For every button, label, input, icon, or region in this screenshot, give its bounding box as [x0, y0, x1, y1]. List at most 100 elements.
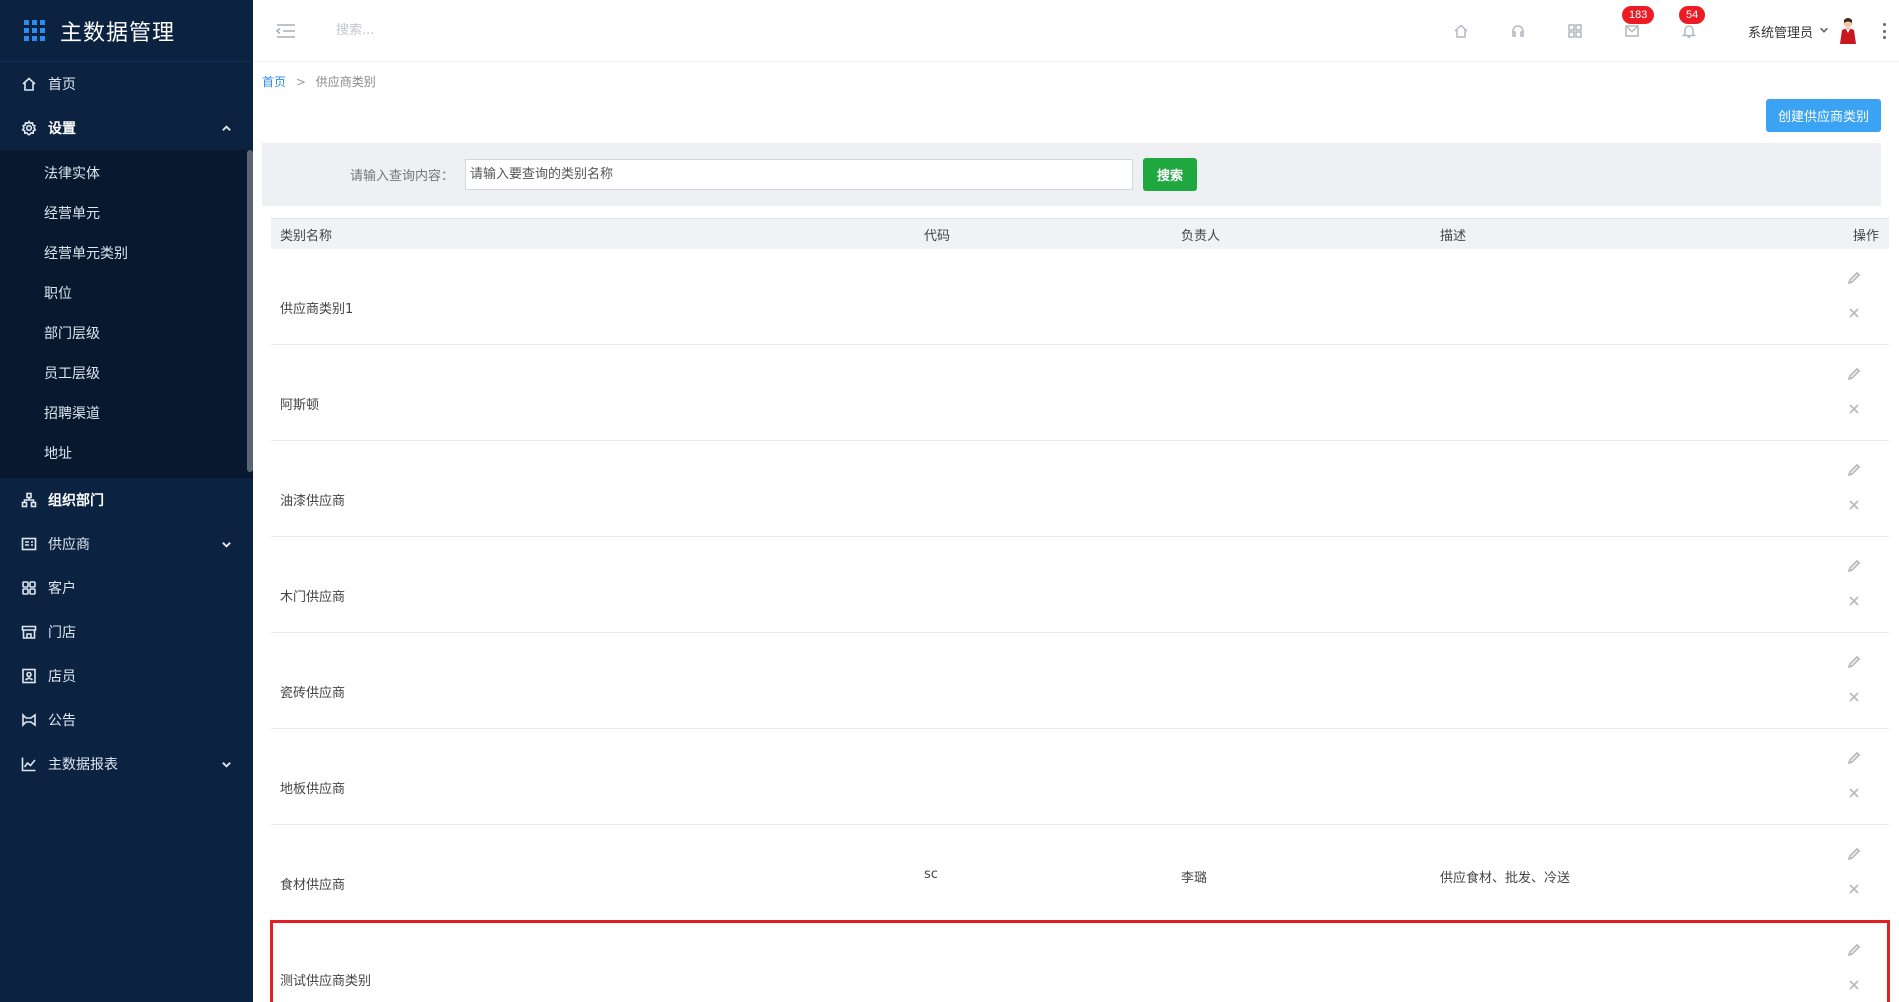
sidebar-item-label: 主数据报表 — [48, 757, 118, 773]
breadcrumb-separator: > — [295, 75, 306, 89]
chevron-down-icon[interactable] — [1819, 24, 1829, 39]
sidebar-item-store[interactable]: 门店 — [0, 610, 253, 654]
column-header-action: 操作 — [1852, 228, 1879, 244]
breadcrumb: 首页 > 供应商类别 — [262, 73, 376, 90]
cell-code: sc — [924, 867, 938, 882]
cell-description — [1431, 729, 1831, 824]
delete-icon[interactable] — [1847, 306, 1861, 320]
table-row: 瓷砖供应商 — [271, 633, 1889, 729]
cell-owner — [1172, 537, 1431, 632]
user-name[interactable]: 系统管理员 — [1748, 22, 1813, 41]
sidebar-item-clerk[interactable]: 店员 — [0, 654, 253, 698]
cell-code — [915, 729, 1172, 824]
cell-description — [1431, 537, 1831, 632]
edit-icon[interactable] — [1847, 943, 1861, 957]
edit-icon[interactable] — [1847, 751, 1861, 765]
sidebar-item-label: 店员 — [48, 669, 76, 685]
cell-code — [915, 345, 1172, 440]
cell-owner — [1172, 921, 1431, 1002]
category-search-input[interactable] — [465, 159, 1133, 190]
sidebar-item-recruit-channel[interactable]: 招聘渠道 — [0, 394, 253, 434]
sidebar-item-address[interactable]: 地址 — [0, 434, 253, 474]
cell-actions — [1831, 921, 1889, 1002]
sidebar-item-business-unit-type[interactable]: 经营单元类别 — [0, 234, 253, 274]
headset-icon[interactable] — [1508, 21, 1528, 41]
edit-icon[interactable] — [1847, 847, 1861, 861]
cell-actions — [1831, 537, 1889, 632]
bell-icon[interactable]: 54 — [1678, 6, 1706, 41]
top-header: 183 54 系统管理员 — [253, 0, 1899, 62]
org-icon — [20, 491, 38, 509]
cell-owner — [1172, 249, 1431, 344]
sidebar-item-position[interactable]: 职位 — [0, 274, 253, 314]
cell-description — [1431, 633, 1831, 728]
sidebar-item-customer[interactable]: 客户 — [0, 566, 253, 610]
search-button[interactable]: 搜索 — [1143, 158, 1197, 191]
cell-owner — [1172, 729, 1431, 824]
apps-grid-icon[interactable] — [24, 19, 46, 42]
home-icon — [20, 75, 38, 93]
cell-name: 地板供应商 — [280, 782, 346, 797]
sidebar-item-home[interactable]: 首页 — [0, 62, 253, 106]
header-actions: 183 54 系统管理员 — [1451, 0, 1899, 62]
sidebar-item-supplier[interactable]: 供应商 — [0, 522, 253, 566]
cell-name: 油漆供应商 — [280, 494, 346, 509]
breadcrumb-current: 供应商类别 — [315, 75, 376, 89]
table-row: 供应商类别1 — [271, 249, 1889, 345]
cell-actions — [1831, 441, 1889, 536]
avatar[interactable] — [1837, 17, 1859, 45]
delete-icon[interactable] — [1847, 978, 1861, 992]
sidebar-item-report[interactable]: 主数据报表 — [0, 742, 253, 786]
gear-icon — [20, 119, 38, 137]
sidebar-item-dept-level[interactable]: 部门层级 — [0, 314, 253, 354]
cell-description — [1431, 921, 1831, 1002]
cell-code — [915, 537, 1172, 632]
sidebar-item-label: 首页 — [48, 77, 76, 93]
cell-name: 木门供应商 — [280, 590, 346, 605]
delete-icon[interactable] — [1847, 594, 1861, 608]
edit-icon[interactable] — [1847, 655, 1861, 669]
sidebar-item-label: 设置 — [48, 121, 76, 137]
delete-icon[interactable] — [1847, 786, 1861, 800]
cell-code — [915, 441, 1172, 536]
mail-icon[interactable]: 183 — [1621, 6, 1655, 41]
delete-icon[interactable] — [1847, 498, 1861, 512]
more-vertical-icon[interactable] — [1883, 23, 1887, 39]
breadcrumb-home-link[interactable]: 首页 — [262, 75, 286, 89]
brand: 主数据管理 — [0, 0, 253, 62]
edit-icon[interactable] — [1847, 559, 1861, 573]
table-row: 木门供应商 — [271, 537, 1889, 633]
sidebar-item-employee-level[interactable]: 员工层级 — [0, 354, 253, 394]
announcement-icon — [20, 711, 38, 729]
table-row: 测试供应商类别 — [270, 920, 1890, 1002]
cell-description — [1431, 345, 1831, 440]
sidebar-menu: 首页 设置 法律实体 经营单元 经营单元类别 职位 部门层级 员工层级 招聘渠道… — [0, 62, 253, 786]
delete-icon[interactable] — [1847, 402, 1861, 416]
cell-actions — [1831, 633, 1889, 728]
edit-icon[interactable] — [1847, 271, 1861, 285]
cell-code — [915, 633, 1172, 728]
menu-toggle-icon[interactable] — [275, 23, 296, 39]
edit-icon[interactable] — [1847, 367, 1861, 381]
cell-actions — [1831, 345, 1889, 440]
column-header-name: 类别名称 — [280, 228, 333, 244]
delete-icon[interactable] — [1847, 690, 1861, 704]
apps-icon[interactable] — [1565, 21, 1585, 41]
table-header: 类别名称 代码 负责人 描述 操作 — [271, 218, 1889, 249]
create-supplier-category-button[interactable]: 创建供应商类别 — [1765, 99, 1881, 132]
edit-icon[interactable] — [1847, 463, 1861, 477]
header-search-input[interactable] — [336, 23, 536, 38]
sidebar-item-legal-entity[interactable]: 法律实体 — [0, 154, 253, 194]
sidebar-item-settings[interactable]: 设置 — [0, 106, 253, 150]
sidebar-item-announcement[interactable]: 公告 — [0, 698, 253, 742]
cell-owner — [1172, 345, 1431, 440]
settings-submenu: 法律实体 经营单元 经营单元类别 职位 部门层级 员工层级 招聘渠道 地址 — [0, 150, 253, 478]
delete-icon[interactable] — [1847, 882, 1861, 896]
mail-badge: 183 — [1621, 6, 1655, 24]
sidebar-item-business-unit[interactable]: 经营单元 — [0, 194, 253, 234]
home-icon[interactable] — [1451, 21, 1471, 41]
sidebar-item-org[interactable]: 组织部门 — [0, 478, 253, 522]
search-panel: 请输入查询内容： 搜索 — [262, 143, 1881, 206]
cell-description — [1431, 249, 1831, 344]
chevron-up-icon — [219, 121, 233, 135]
